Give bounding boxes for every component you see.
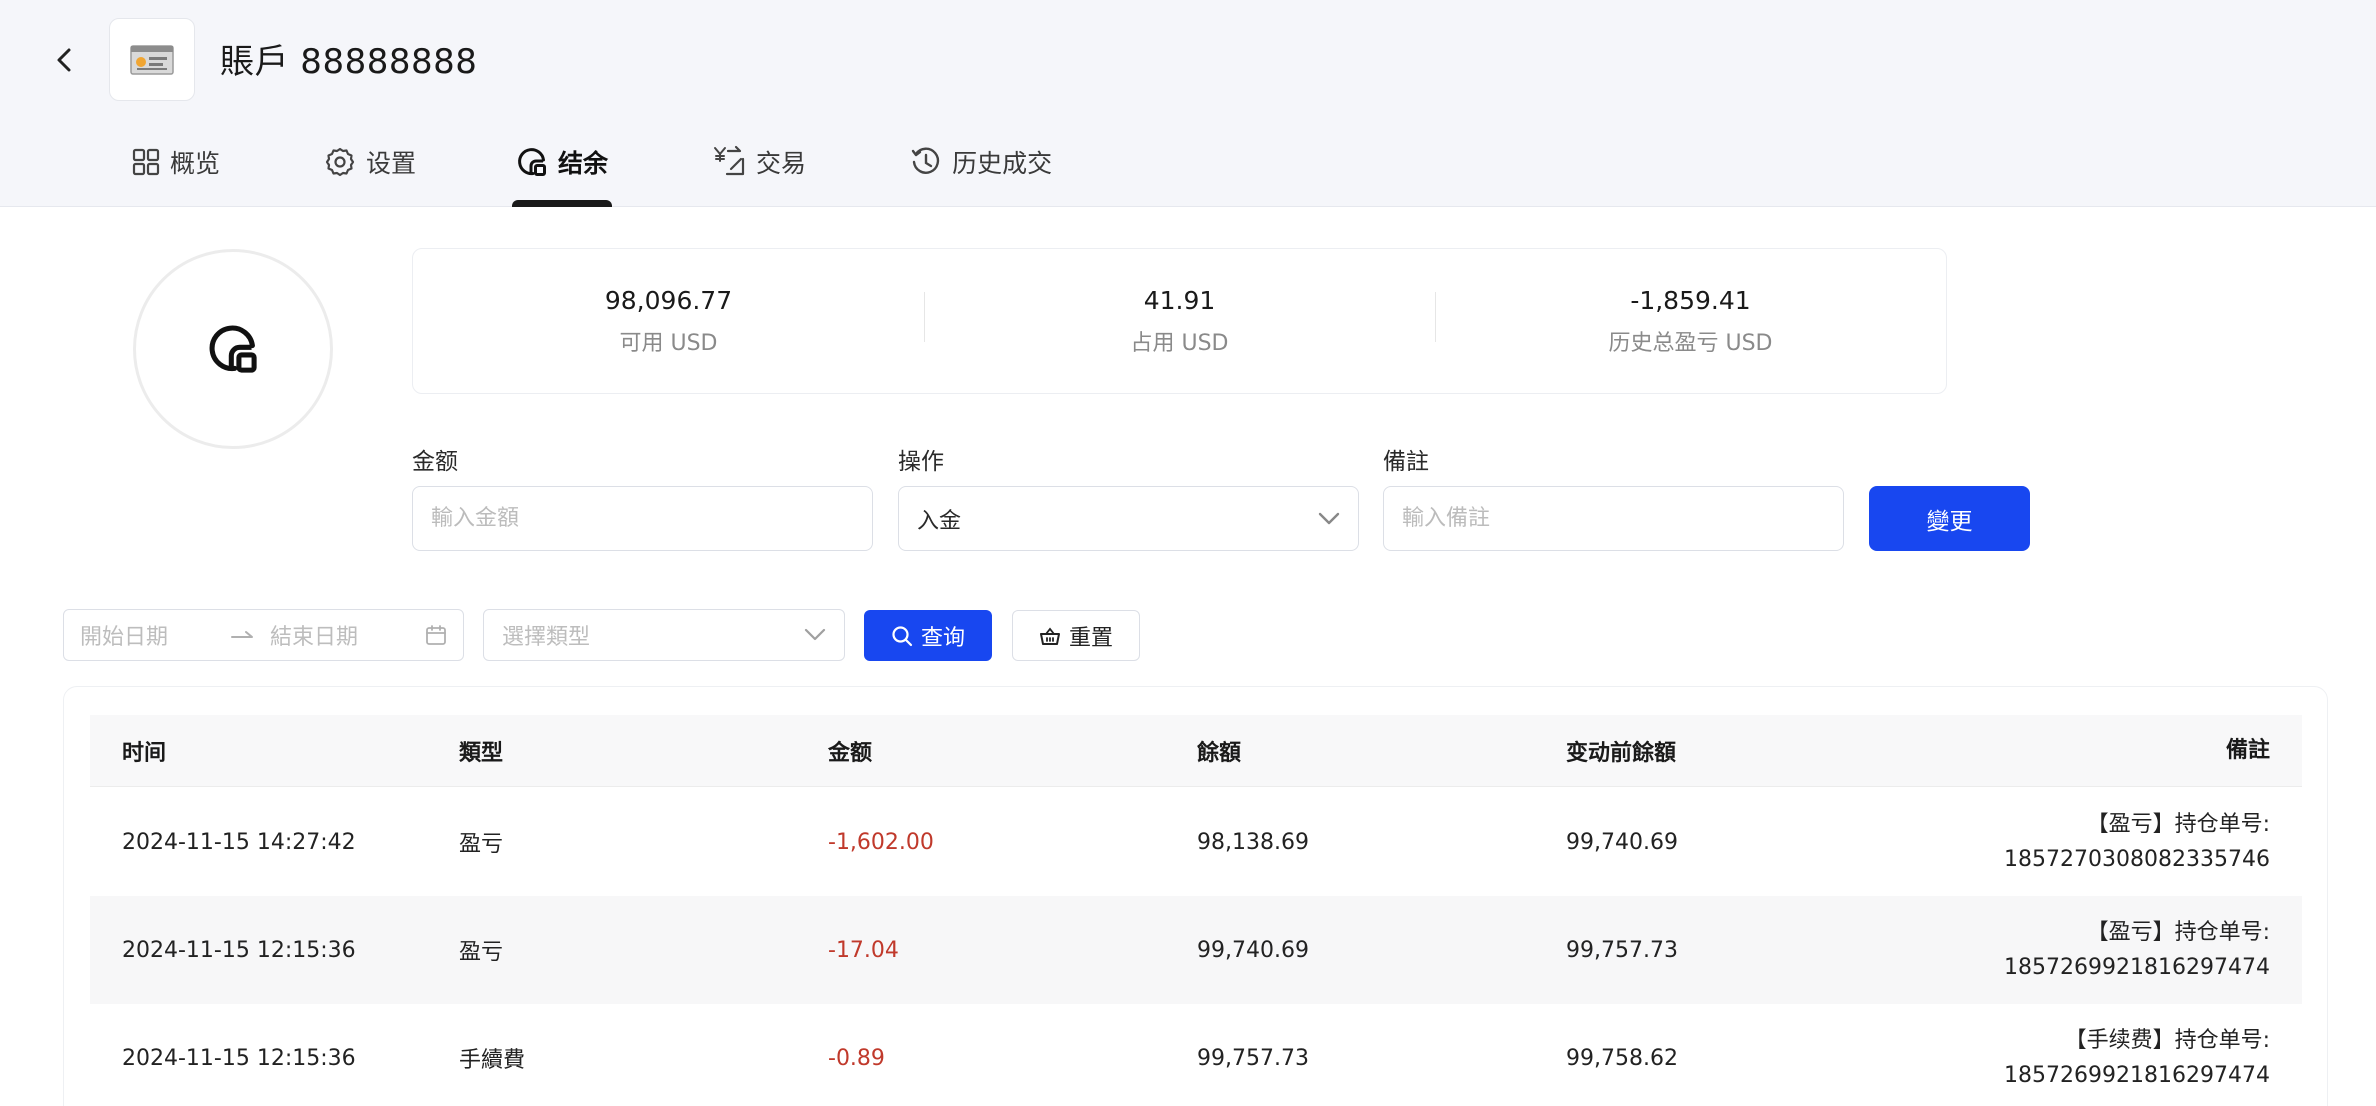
cell-balance-before: 99,758.62	[1566, 1045, 1678, 1071]
cell-remark: 【手续费】持仓单号: 1857269921816297474	[1935, 1023, 2302, 1093]
table-header-row: 时间 類型 金额 餘額 变动前餘額 備註	[90, 715, 2302, 787]
table-row: 2024-11-15 14:27:42 盈亏 -1,602.00 98,138.…	[90, 788, 2302, 896]
tab-balance[interactable]: 结余	[512, 138, 613, 207]
stat-label: 占用 USD	[1130, 330, 1229, 356]
position-number: 1857269921816297474	[2004, 955, 2270, 980]
exchange-icon	[714, 145, 745, 176]
start-date-input[interactable]: 開始日期	[80, 619, 230, 651]
cell-type: 盈亏	[459, 832, 504, 857]
column-header-remark: 備註	[2225, 738, 2270, 763]
operation-selected-value: 入金	[917, 508, 962, 534]
history-icon	[911, 147, 940, 174]
back-button[interactable]	[44, 40, 84, 80]
balance-icon	[518, 148, 547, 176]
tab-label: 历史成交	[952, 149, 1053, 178]
column-header-type: 類型	[459, 740, 504, 766]
tab-bar: 概览 设置 结余 交易 历史成交	[132, 138, 1052, 207]
remark-input[interactable]	[1383, 486, 1844, 551]
cell-amount: -17.04	[828, 937, 899, 963]
table-row: 2024-11-15 12:15:36 盈亏 -17.04 99,740.69 …	[90, 896, 2302, 1004]
chevron-down-icon	[804, 628, 826, 641]
submit-change-button[interactable]: 變更	[1869, 486, 2030, 551]
stat-label: 历史总盈亏 USD	[1608, 330, 1773, 356]
end-date-input[interactable]: 結束日期	[270, 619, 425, 651]
balance-stats-card: 98,096.77 可用 USD 41.91 占用 USD -1,859.41 …	[412, 248, 1947, 394]
cell-type: 手續費	[459, 1048, 526, 1073]
column-header-balance-before: 变动前餘額	[1566, 740, 1677, 766]
balance-avatar	[133, 249, 333, 449]
remark-label: 備註	[1383, 449, 1429, 475]
date-range-picker[interactable]: 開始日期 結束日期	[63, 609, 464, 661]
tab-label: 概览	[170, 149, 221, 178]
type-filter-placeholder: 選擇類型	[502, 625, 591, 650]
ledger-table: 时间 類型 金额 餘額 变动前餘額 備註 2024-11-15 14:27:42…	[63, 686, 2328, 1106]
cell-remark: 【盈亏】持仓单号: 1857269921816297474	[1935, 915, 2302, 985]
remark-text: 【盈亏】持仓单号:	[2086, 920, 2270, 945]
tab-history[interactable]: 历史成交	[910, 138, 1052, 186]
amount-label: 金额	[412, 449, 458, 475]
amount-input[interactable]	[412, 486, 873, 551]
table-row: 2024-11-15 12:15:36 手續費 -0.89 99,757.73 …	[90, 1004, 2302, 1106]
calendar-icon	[426, 625, 446, 645]
operation-select[interactable]: 入金	[898, 486, 1359, 551]
reset-button[interactable]: 重置	[1012, 610, 1140, 661]
cell-time: 2024-11-15 14:27:42	[122, 829, 356, 855]
reset-button-label: 重置	[1068, 625, 1113, 651]
query-button-label: 查询	[920, 625, 965, 651]
account-logo	[109, 18, 195, 101]
tab-label: 设置	[366, 149, 417, 178]
stat-label: 可用 USD	[619, 330, 718, 356]
column-header-time: 时间	[122, 740, 167, 766]
cell-remark: 【盈亏】持仓单号: 1857270308082335746	[1935, 807, 2302, 877]
stat-total-pnl: -1,859.41 历史总盈亏 USD	[1435, 286, 1946, 357]
account-title: 賬戶 88888888	[220, 42, 478, 82]
stat-available: 98,096.77 可用 USD	[413, 286, 924, 357]
tab-trade[interactable]: 交易	[712, 138, 806, 186]
cell-balance: 98,138.69	[1197, 829, 1309, 855]
remark-text: 【盈亏】持仓单号:	[2086, 812, 2270, 837]
active-tab-indicator	[512, 200, 613, 207]
gear-icon	[325, 147, 355, 177]
cell-type: 盈亏	[459, 940, 504, 965]
cell-balance: 99,757.73	[1197, 1045, 1309, 1071]
column-header-amount: 金额	[828, 740, 873, 766]
cell-balance-before: 99,757.73	[1566, 937, 1678, 963]
chevron-left-icon	[57, 48, 71, 72]
position-number: 1857270308082335746	[2004, 847, 2270, 872]
cell-balance-before: 99,740.69	[1566, 829, 1678, 855]
remark-text: 【手续费】持仓单号:	[2064, 1028, 2270, 1053]
stat-value: 98,096.77	[604, 285, 733, 315]
position-number: 1857269921816297474	[2004, 1063, 2270, 1088]
tab-overview[interactable]: 概览	[132, 138, 220, 186]
tab-label: 交易	[756, 149, 807, 178]
arrow-right-icon	[230, 623, 270, 648]
balance-icon	[209, 325, 257, 373]
cell-amount: -1,602.00	[828, 829, 934, 855]
search-icon	[892, 625, 913, 646]
column-header-balance: 餘額	[1197, 740, 1242, 766]
cell-time: 2024-11-15 12:15:36	[122, 1045, 356, 1071]
tab-settings[interactable]: 设置	[324, 138, 416, 186]
tab-label: 结余	[558, 149, 609, 178]
operation-label: 操作	[898, 449, 944, 475]
type-filter-select[interactable]: 選擇類型	[483, 609, 845, 661]
cell-balance: 99,740.69	[1197, 937, 1309, 963]
id-card-icon	[130, 44, 174, 75]
cell-time: 2024-11-15 12:15:36	[122, 937, 356, 963]
stat-value: -1,859.41	[1630, 285, 1751, 315]
chevron-down-icon	[1318, 512, 1340, 524]
stat-value: 41.91	[1143, 285, 1216, 315]
query-button[interactable]: 查询	[864, 610, 992, 661]
grid-icon	[132, 148, 160, 176]
cell-amount: -0.89	[828, 1045, 885, 1071]
page-header: 賬戶 88888888 概览 设置 结余 交易 历史成交	[0, 0, 2376, 207]
stat-occupied: 41.91 占用 USD	[924, 286, 1435, 357]
basket-icon	[1039, 627, 1060, 645]
